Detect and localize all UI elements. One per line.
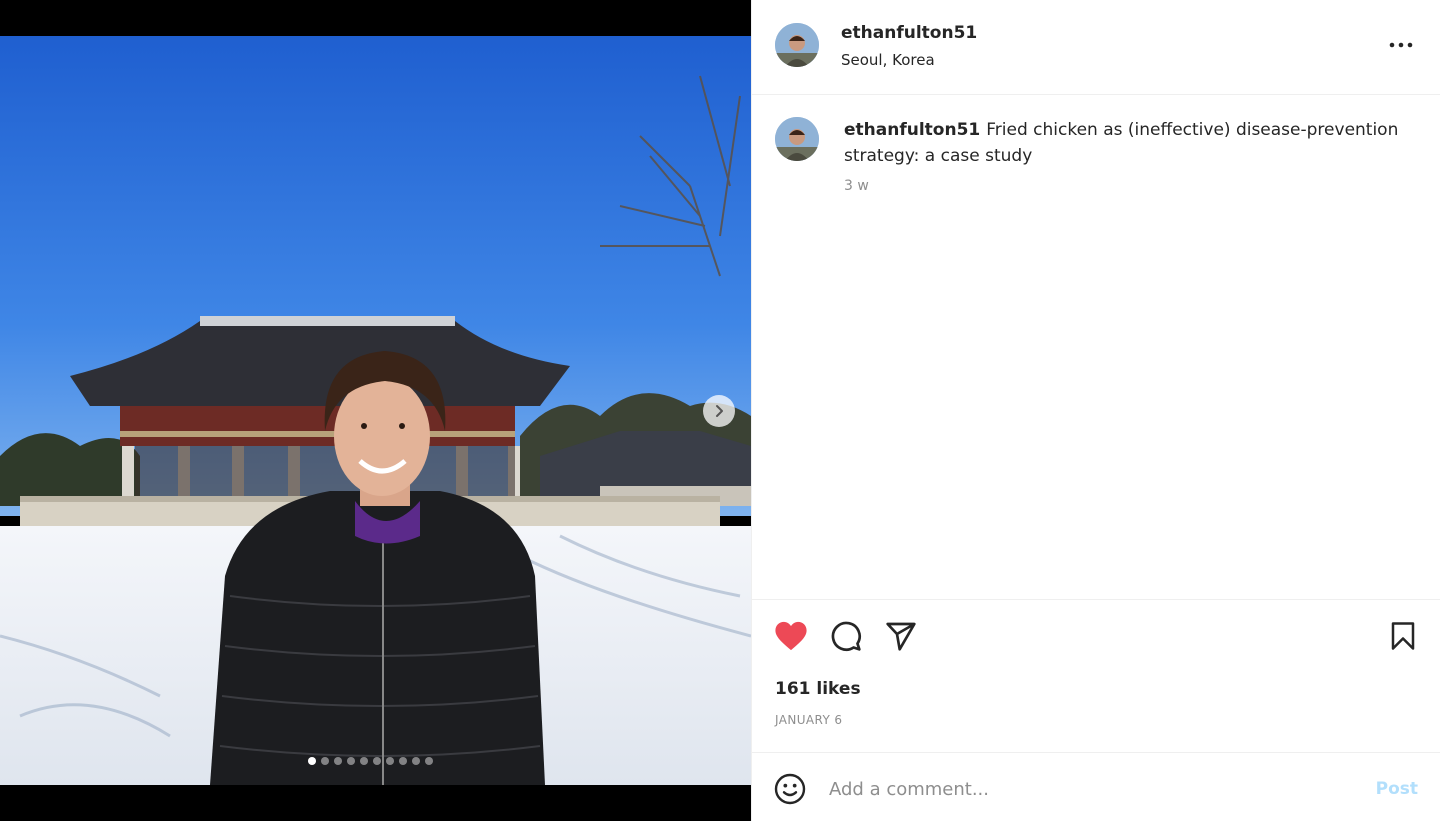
avatar[interactable]	[775, 23, 819, 67]
post-location[interactable]: Seoul, Korea	[841, 51, 935, 69]
more-options-button[interactable]	[1388, 32, 1414, 58]
post-media	[0, 0, 751, 821]
share-button[interactable]	[883, 618, 919, 654]
bookmark-icon	[1391, 622, 1415, 650]
post-caption: ethanfulton51 Fried chicken as (ineffecti…	[844, 117, 1404, 169]
post-header: ethanfulton51 Seoul, Korea	[752, 0, 1440, 95]
emoji-icon	[774, 773, 806, 805]
heart-icon	[775, 621, 807, 651]
post-side-panel: ethanfulton51 Seoul, Korea ethanfulton51…	[751, 0, 1440, 821]
carousel-dot-active	[308, 757, 316, 765]
carousel-dot	[373, 757, 381, 765]
carousel-dot	[399, 757, 407, 765]
post-actions: 161 likes JANUARY 6	[752, 599, 1440, 752]
carousel-dot	[347, 757, 355, 765]
comment-icon	[831, 621, 861, 651]
chevron-right-icon	[716, 405, 723, 417]
comment-composer: Post	[752, 752, 1440, 821]
carousel-dot	[425, 757, 433, 765]
next-slide-button[interactable]	[703, 395, 735, 427]
like-button[interactable]	[773, 618, 809, 654]
carousel-dot	[334, 757, 342, 765]
post-photo	[0, 36, 751, 785]
caption-section: ethanfulton51 Fried chicken as (ineffecti…	[752, 95, 1440, 599]
carousel-dot	[386, 757, 394, 765]
carousel-dot	[360, 757, 368, 765]
caption-time-ago: 3 w	[844, 178, 869, 194]
save-button[interactable]	[1385, 618, 1421, 654]
share-icon	[886, 622, 916, 651]
carousel-indicator	[308, 757, 433, 765]
avatar[interactable]	[775, 117, 819, 161]
more-options-icon	[1389, 42, 1413, 48]
comment-button[interactable]	[828, 618, 864, 654]
post-author-username[interactable]: ethanfulton51	[841, 23, 977, 43]
post-dialog: ethanfulton51 Seoul, Korea ethanfulton51…	[0, 0, 1440, 821]
post-date[interactable]: JANUARY 6	[775, 713, 842, 727]
emoji-button[interactable]	[774, 773, 806, 805]
carousel-dot	[321, 757, 329, 765]
caption-username[interactable]: ethanfulton51	[844, 120, 980, 140]
post-comment-button[interactable]: Post	[1376, 779, 1418, 799]
carousel-dot	[412, 757, 420, 765]
comment-input[interactable]	[829, 773, 1329, 805]
likes-count[interactable]: 161 likes	[775, 679, 861, 699]
